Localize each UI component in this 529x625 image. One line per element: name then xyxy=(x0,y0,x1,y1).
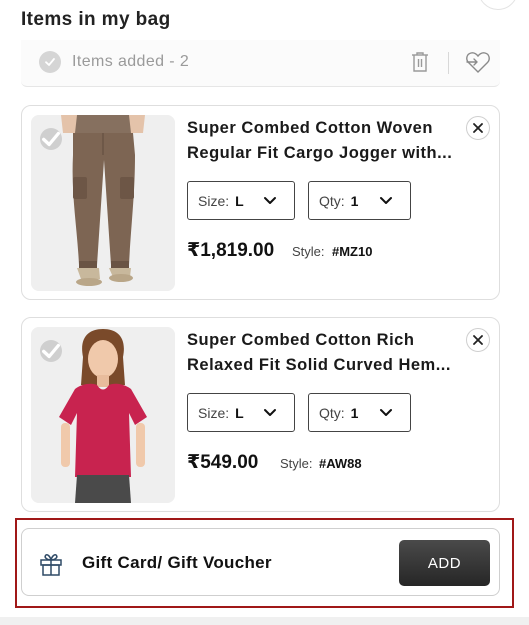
check-icon xyxy=(42,343,60,359)
check-icon xyxy=(42,131,60,147)
product-name-line-1: Super Combed Cotton Rich xyxy=(187,331,415,349)
gift-card-label: Gift Card/ Gift Voucher xyxy=(82,553,272,572)
size-dropdown[interactable]: Size: L xyxy=(187,181,295,220)
items-added-bar: Items added - 2 xyxy=(21,40,500,87)
bottom-divider xyxy=(0,617,529,625)
chevron-down-icon xyxy=(264,409,276,416)
qty-label: Qty: xyxy=(319,192,345,209)
chevron-down-icon xyxy=(380,409,392,416)
item-select-checkbox[interactable] xyxy=(40,128,62,150)
style-code: #MZ10 xyxy=(332,244,373,259)
qty-value: 1 xyxy=(350,192,359,209)
product-image-tshirt[interactable] xyxy=(31,327,175,503)
select-all-checkbox[interactable] xyxy=(39,51,61,73)
check-icon xyxy=(45,58,55,66)
product-name-line-2: Regular Fit Cargo Jogger with... xyxy=(187,144,453,162)
gift-card-row: Gift Card/ Gift Voucher ADD xyxy=(21,528,500,596)
trash-icon[interactable] xyxy=(409,50,431,74)
close-icon xyxy=(473,123,483,133)
size-dropdown[interactable]: Size: L xyxy=(187,393,295,432)
style-label: Style: xyxy=(292,244,325,259)
remove-item-button[interactable] xyxy=(466,328,490,352)
size-value: L xyxy=(235,192,244,209)
quantity-dropdown[interactable]: Qty: 1 xyxy=(308,393,411,432)
product-name-line-2: Relaxed Fit Solid Curved Hem... xyxy=(187,356,451,374)
divider xyxy=(448,52,449,74)
page-title: Items in my bag xyxy=(21,9,171,30)
qty-value: 1 xyxy=(350,404,359,421)
chevron-down-icon xyxy=(380,197,392,204)
close-icon xyxy=(473,335,483,345)
qty-label: Qty: xyxy=(319,404,345,421)
item-select-checkbox[interactable] xyxy=(40,340,62,362)
cart-item-card: Super Combed Cotton Woven Regular Fit Ca… xyxy=(21,105,500,300)
quantity-dropdown[interactable]: Qty: 1 xyxy=(308,181,411,220)
items-added-count: Items added - 2 xyxy=(72,53,190,70)
cart-item-card: Super Combed Cotton Rich Relaxed Fit Sol… xyxy=(21,317,500,512)
product-name[interactable]: Super Combed Cotton Woven Regular Fit Ca… xyxy=(187,116,459,166)
size-value: L xyxy=(235,404,244,421)
product-name-line-1: Super Combed Cotton Woven xyxy=(187,119,433,137)
chevron-down-icon xyxy=(264,197,276,204)
move-to-wishlist-icon[interactable] xyxy=(464,49,492,75)
style-label: Style: xyxy=(280,456,313,471)
gift-icon xyxy=(40,554,62,576)
product-name[interactable]: Super Combed Cotton Rich Relaxed Fit Sol… xyxy=(187,328,459,378)
product-price: ₹549.00 xyxy=(187,452,259,473)
header-action-button[interactable] xyxy=(478,0,518,10)
size-label: Size: xyxy=(198,192,230,209)
size-label: Size: xyxy=(198,404,230,421)
product-image-jogger[interactable] xyxy=(31,115,175,291)
remove-item-button[interactable] xyxy=(466,116,490,140)
product-price: ₹1,819.00 xyxy=(187,240,275,261)
add-gift-card-button[interactable]: ADD xyxy=(399,540,490,586)
style-code: #AW88 xyxy=(319,456,362,471)
